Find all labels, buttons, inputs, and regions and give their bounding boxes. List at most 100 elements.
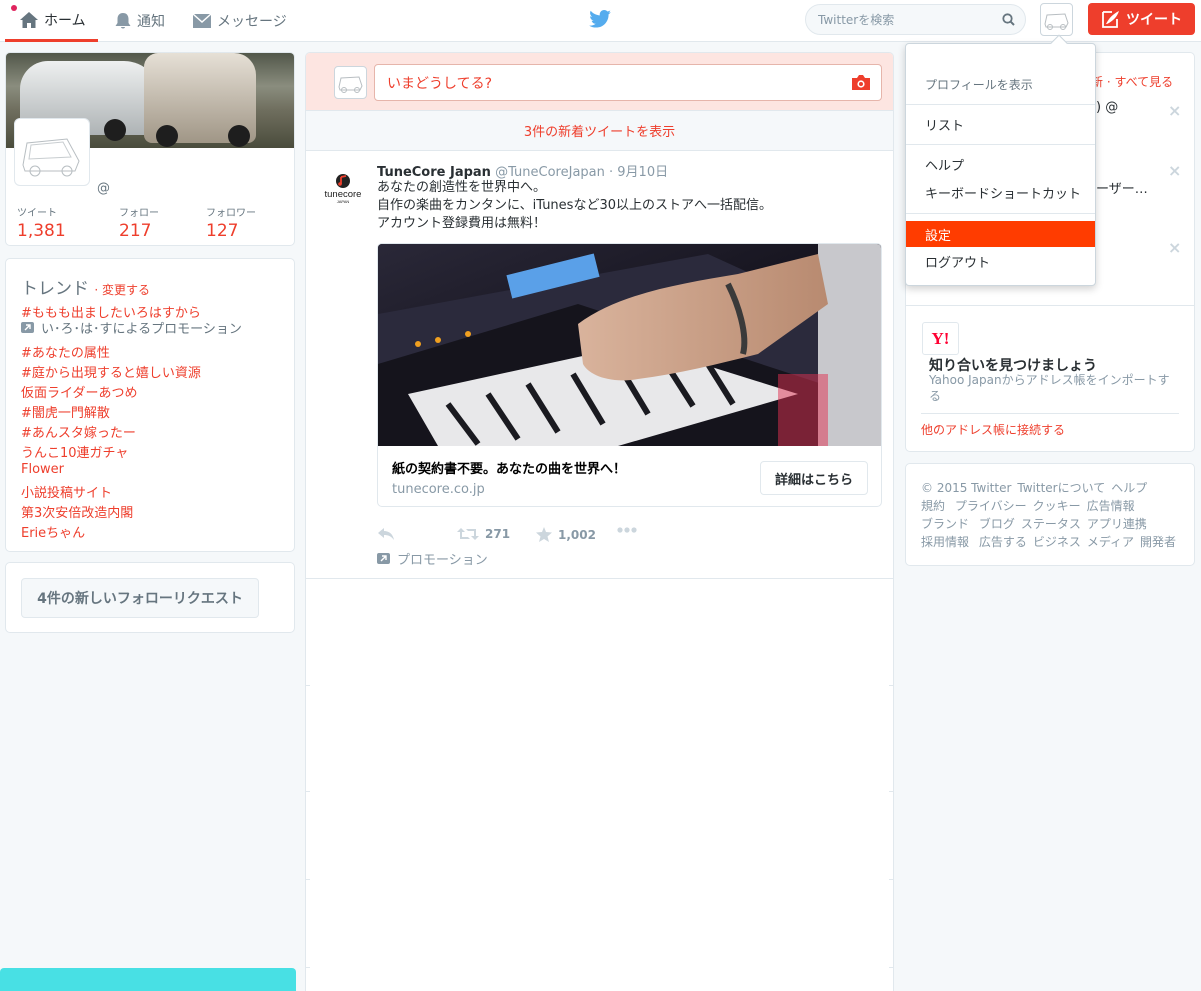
trend-item[interactable]: #あんスタ嫁ったー: [21, 422, 136, 441]
nav-avatar[interactable]: [1040, 3, 1073, 36]
connect-address-book-link[interactable]: 他のアドレス帳に接続する: [921, 421, 1065, 438]
stat-label: フォロワー: [206, 208, 256, 219]
menu-settings[interactable]: 設定: [906, 221, 1095, 247]
quill-icon: [1102, 10, 1119, 28]
footer-link[interactable]: 規約: [921, 497, 945, 515]
footer-link[interactable]: クッキー: [1033, 497, 1081, 515]
tweet-text-line: あなたの創造性を世界中へ。: [377, 180, 547, 195]
card-title[interactable]: 紙の契約書不要。あなたの曲を世界へ！: [392, 458, 626, 477]
tweet-card[interactable]: 紙の契約書不要。あなたの曲を世界へ！ tunecore.co.jp 詳細はこちら: [377, 243, 882, 507]
tweet-author-name[interactable]: TuneCore Japan: [377, 165, 491, 180]
trend-item[interactable]: 小説投稿サイト: [21, 482, 112, 501]
menu-keyboard-shortcuts[interactable]: キーボードショートカット: [906, 179, 1095, 205]
compose-avatar: [334, 66, 367, 99]
stat-followers[interactable]: フォロワー 127: [206, 204, 256, 241]
trend-item[interactable]: #闇虎一門解散: [21, 402, 110, 421]
suggestion-fragment: ) @: [1096, 100, 1119, 115]
twitter-bird-icon[interactable]: [589, 10, 611, 28]
reply-button[interactable]: [377, 527, 401, 541]
stat-value: 1,381: [17, 221, 66, 241]
timeline: いまどうしてる? 3件の新着ツイートを表示 tunecore JAPAN Tun…: [305, 52, 894, 991]
footer-link[interactable]: ヘルプ: [1111, 479, 1147, 497]
stat-tweets[interactable]: ツイート 1,381: [17, 204, 66, 241]
footer-link[interactable]: プライバシー: [955, 497, 1027, 515]
trend-promoted-by: い･ろ･は･すによるプロモーション: [21, 318, 242, 337]
nav-notifications[interactable]: 通知: [114, 0, 165, 42]
trends-heading: トレンド · 変更する: [21, 274, 150, 299]
divider: [906, 305, 1194, 306]
new-tweets-bar[interactable]: 3件の新着ツイートを表示: [306, 111, 893, 151]
footer-link[interactable]: ブログ: [979, 515, 1015, 533]
card-image-keyboard[interactable]: [378, 244, 881, 446]
trend-item[interactable]: 第3次安倍改造内閣: [21, 502, 133, 521]
compose-input[interactable]: いまどうしてる?: [374, 64, 882, 101]
trend-item[interactable]: #庭から出現すると嬉しい資源: [21, 362, 201, 381]
who-to-follow-view-all[interactable]: 新 · すべて見る: [1091, 73, 1173, 90]
trend-item[interactable]: #あなたの属性: [21, 342, 110, 361]
tweet-timestamp[interactable]: · 9月10日: [609, 165, 668, 180]
footer-copyright: © 2015 Twitter: [921, 481, 1012, 495]
timeline-divider-tick: [889, 685, 893, 686]
favorite-button[interactable]: 1,002: [536, 527, 596, 542]
yahoo-logo[interactable]: Y!: [922, 322, 959, 355]
dismiss-suggestion-icon[interactable]: ×: [1168, 161, 1181, 180]
more-button[interactable]: [617, 527, 643, 533]
timeline-divider-tick: [306, 879, 310, 880]
camera-icon[interactable]: [851, 74, 871, 91]
stat-following[interactable]: フォロー 217: [119, 204, 159, 241]
footer-link[interactable]: ブランド: [921, 515, 969, 533]
promoted-icon: [21, 322, 34, 333]
search-icon[interactable]: [1002, 13, 1015, 26]
find-friends-description[interactable]: Yahoo Japanからアドレス帳をインポートする: [929, 372, 1179, 404]
retweet-icon: [457, 528, 479, 540]
search-input[interactable]: [806, 5, 1025, 34]
compose-tweet-label: ツイート: [1126, 12, 1182, 28]
footer-link[interactable]: ビジネス: [1033, 533, 1081, 551]
trends-title: トレンド: [21, 279, 89, 299]
nav-home[interactable]: ホーム: [5, 0, 98, 42]
trend-item[interactable]: 仮面ライダーあつめ: [21, 382, 137, 401]
tweet-item[interactable]: tunecore JAPAN TuneCore Japan @TuneCoreJ…: [306, 151, 893, 579]
star-icon: [536, 527, 552, 542]
promoted-by-text: い･ろ･は･すによるプロモーション: [41, 322, 242, 337]
dismiss-suggestion-icon[interactable]: ×: [1168, 101, 1181, 120]
footer-link[interactable]: ステータス: [1021, 515, 1081, 533]
footer-link[interactable]: アプリ連携: [1087, 515, 1147, 533]
menu-help[interactable]: ヘルプ: [906, 151, 1095, 177]
profile-handle[interactable]: @: [97, 181, 110, 196]
search-box[interactable]: [805, 4, 1026, 35]
footer-links: © 2015 Twitter Twitterについて ヘルプ規約 プライバシー クッキ…: [921, 479, 1183, 551]
follow-requests-button[interactable]: 4件の新しいフォローリクエスト: [21, 578, 259, 618]
menu-logout[interactable]: ログアウト: [906, 248, 1095, 274]
footer-link[interactable]: メディア: [1087, 533, 1134, 551]
timeline-divider-tick: [889, 967, 893, 968]
promoted-text: プロモーション: [397, 553, 488, 568]
retweet-button[interactable]: 271: [457, 527, 510, 541]
menu-lists[interactable]: リスト: [906, 111, 1095, 137]
dismiss-suggestion-icon[interactable]: ×: [1168, 238, 1181, 257]
stat-label: フォロー: [119, 208, 159, 219]
footer-link[interactable]: Twitterについて: [1017, 479, 1105, 497]
trend-item[interactable]: うんこ10連ガチャ: [21, 442, 128, 461]
timeline-divider-tick: [306, 967, 310, 968]
card-details-button[interactable]: 詳細はこちら: [760, 461, 868, 495]
footer-link[interactable]: 採用情報: [921, 533, 969, 551]
tweet-header: TuneCore Japan @TuneCoreJapan · 9月10日: [377, 161, 668, 180]
trends-change-link[interactable]: · 変更する: [94, 283, 150, 297]
compose-tweet-button[interactable]: ツイート: [1088, 3, 1195, 35]
menu-separator: [906, 213, 1095, 214]
reply-icon: [378, 528, 394, 540]
footer-link[interactable]: 開発者: [1140, 533, 1176, 551]
footer-link[interactable]: 広告情報: [1087, 497, 1135, 515]
trend-item[interactable]: Erieちゃん: [21, 522, 85, 541]
tunecore-logo[interactable]: tunecore JAPAN: [320, 171, 366, 207]
card-domain[interactable]: tunecore.co.jp: [392, 482, 485, 497]
timeline-divider-tick: [306, 685, 310, 686]
menu-view-profile[interactable]: プロフィールを表示: [906, 71, 1095, 97]
tweet-promoted-label: プロモーション: [377, 549, 488, 568]
profile-avatar[interactable]: [15, 119, 89, 185]
trend-item[interactable]: Flower: [21, 462, 64, 477]
footer-link[interactable]: 広告する: [979, 533, 1027, 551]
tweet-author-handle[interactable]: @TuneCoreJapan: [495, 165, 605, 180]
nav-messages[interactable]: メッセージ: [192, 0, 287, 42]
